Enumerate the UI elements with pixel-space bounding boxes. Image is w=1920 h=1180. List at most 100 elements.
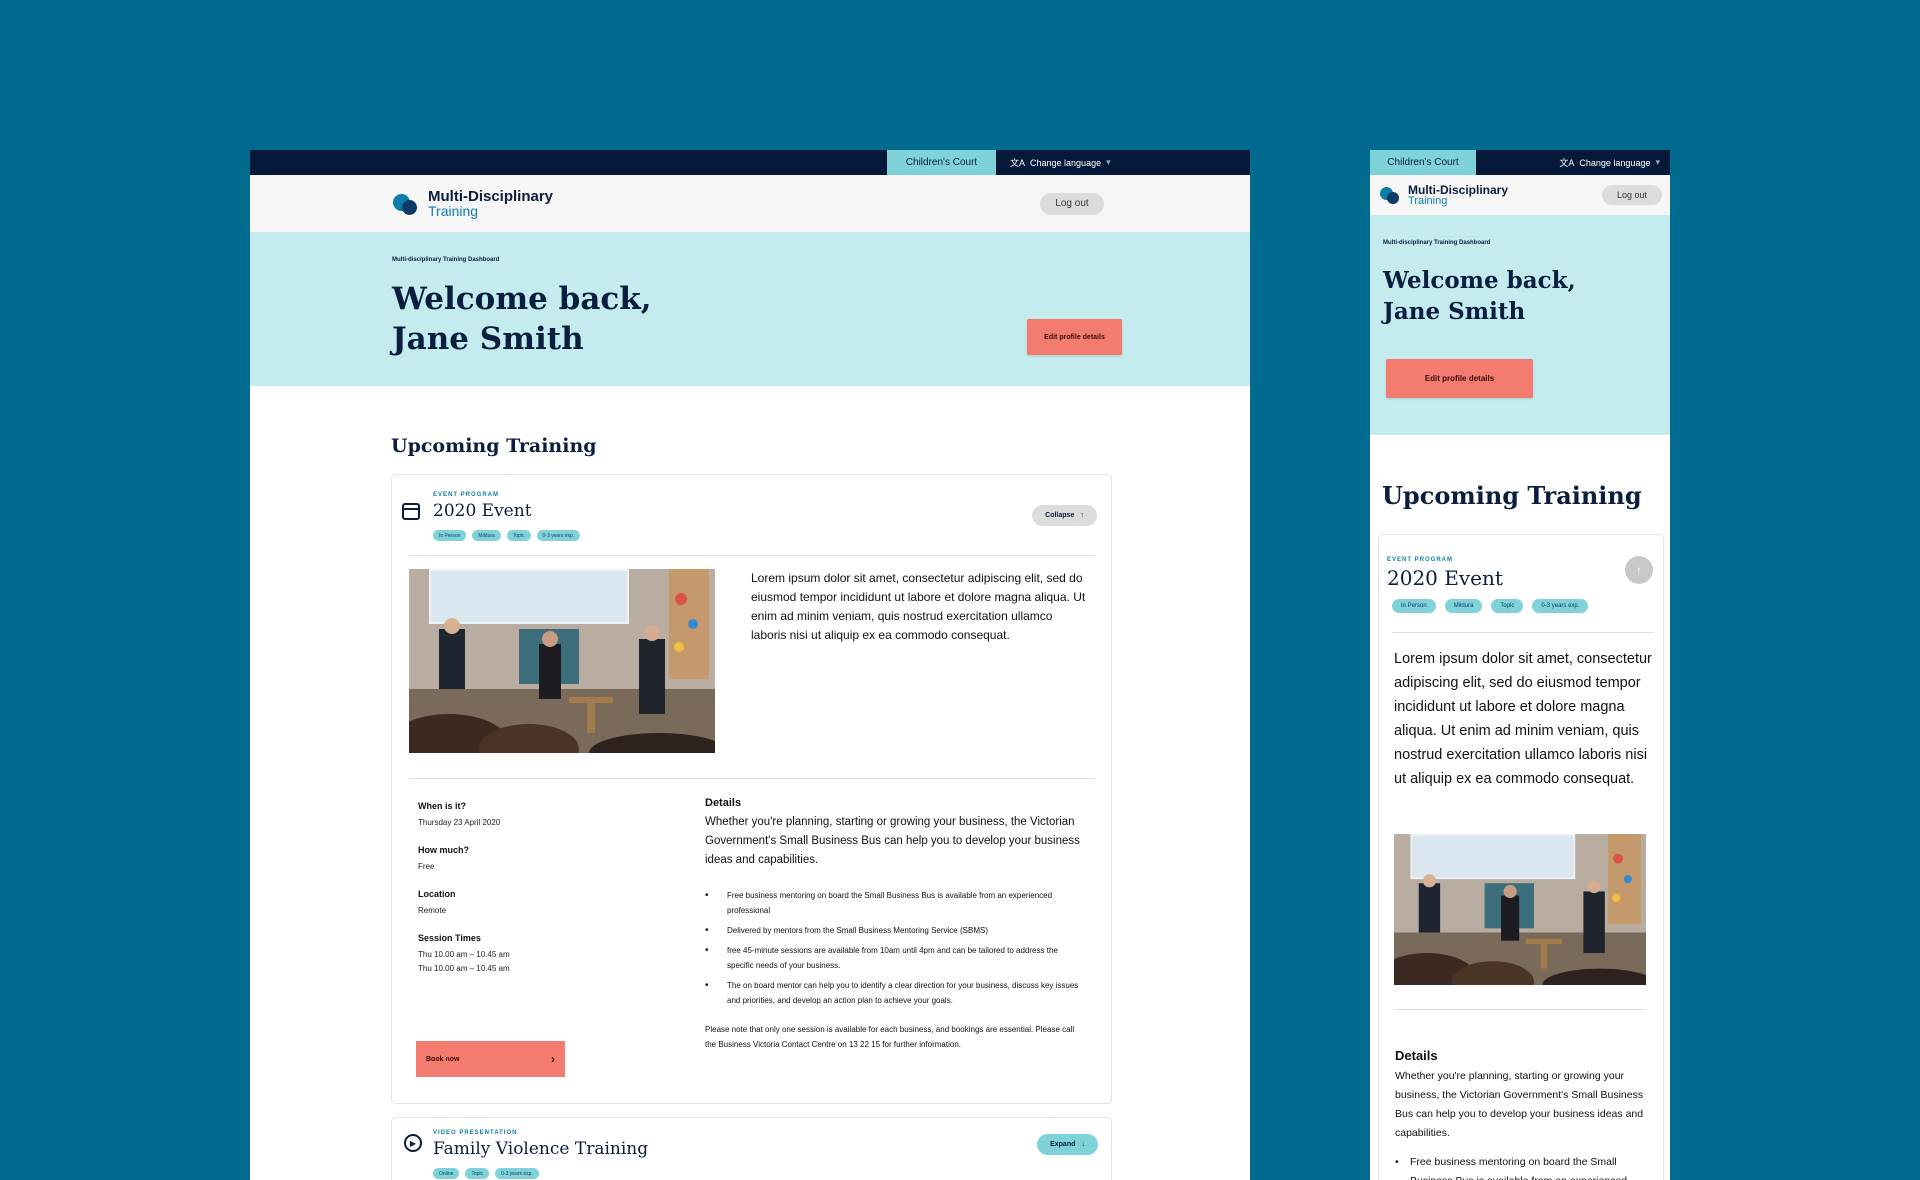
event-type-label: VIDEO PRESENTATION [433, 1130, 518, 1136]
tag: 0-3 years exp. [1532, 599, 1589, 613]
childrens-court-tab[interactable]: Children's Court [887, 150, 996, 175]
logo[interactable]: Multi-Disciplinary Training [1380, 184, 1508, 207]
list-item: Free business mentoring on board the Sma… [705, 888, 1085, 918]
section-title: Upcoming Training [1382, 481, 1642, 510]
divider [409, 778, 1095, 779]
tag: In Person [1392, 599, 1436, 613]
play-circle-icon: ▶ [404, 1134, 422, 1152]
chevron-down-icon: ▾ [1106, 157, 1111, 167]
fact-label: How much? [418, 845, 469, 855]
breadcrumb[interactable]: Multi-disciplinary Training Dashboard [1383, 240, 1670, 246]
book-now-button[interactable]: Book now › [416, 1041, 565, 1077]
tag: In Person [433, 530, 467, 541]
site-header: Multi-Disciplinary Training Log out [1370, 175, 1670, 215]
list-item: Delivered by mentors from the Small Busi… [705, 923, 1085, 938]
logo-subtitle: Training [428, 203, 479, 219]
fact-value: Free [418, 862, 435, 871]
details-heading: Details [1395, 1048, 1438, 1063]
fact-label: When is it? [418, 801, 466, 811]
event-title: 2020 Event [1387, 566, 1503, 590]
logo[interactable]: Multi-Disciplinary Training [392, 189, 553, 218]
event-type-label: EVENT PROGRAM [433, 492, 500, 498]
change-language-label: Change language [1579, 157, 1651, 168]
fact-label: Location [418, 889, 456, 899]
desktop-view: Children's Court 文A Change language ▾ Mu… [250, 150, 1250, 1180]
expand-button[interactable]: Expand ↓ [1037, 1134, 1098, 1155]
logo-title: Multi-Disciplinary [1408, 182, 1509, 197]
details-list: Free business mentoring on board the Sma… [1395, 1153, 1655, 1180]
event-card: EVENT PROGRAM 2020 Event ↑ In Person Mil… [1378, 534, 1664, 1180]
tag: Online [433, 1168, 460, 1179]
event-card: EVENT PROGRAM 2020 Event In Person Mildu… [391, 474, 1112, 1104]
fact-value: Thu 10.00 am – 10.45 am [418, 950, 510, 959]
event-intro: Lorem ipsum dolor sit amet, consectetur … [1394, 651, 1652, 787]
event-facts: When is it? Thursday 23 April 2020 How m… [418, 801, 658, 991]
details-body: Whether you're planning, starting or gro… [1395, 1070, 1644, 1139]
list-item: Free business mentoring on board the Sma… [1395, 1153, 1655, 1180]
site-header: Multi-Disciplinary Training Log out [250, 175, 1250, 232]
list-item: free 45-minute sessions are available fr… [705, 943, 1085, 973]
logo-mark-icon [392, 190, 422, 218]
divider [1392, 632, 1654, 633]
change-language-menu[interactable]: 文A Change language ▾ [1559, 150, 1670, 175]
arrow-down-icon: ↓ [1081, 1141, 1085, 1148]
tag: Mildura [472, 530, 501, 541]
details-heading: Details [705, 797, 742, 809]
logo-subtitle: Training [1408, 194, 1448, 207]
collapse-button[interactable]: Collapse ↑ [1032, 505, 1097, 526]
fact-value: Thu 10.00 am – 10.45 am [418, 964, 510, 973]
event-intro: Lorem ipsum dolor sit amet, consectetur … [751, 571, 1086, 642]
tag: 0-3 years exp. [536, 530, 581, 541]
hero-banner: Multi-disciplinary Training Dashboard We… [1370, 215, 1670, 435]
event-type-label: EVENT PROGRAM [1387, 557, 1454, 563]
list-item: The on board mentor can help you to iden… [705, 978, 1085, 1008]
tag: 0-3 years exp. [495, 1168, 539, 1179]
tag: Topic [1491, 599, 1524, 613]
arrow-up-icon: ↑ [1080, 512, 1084, 519]
event-title: Family Violence Training [433, 1139, 649, 1159]
logo-title: Multi-Disciplinary [428, 188, 554, 205]
section-title: Upcoming Training [391, 435, 597, 457]
mobile-view: Children's Court 文A Change language ▾ Mu… [1370, 150, 1670, 1180]
divider [409, 555, 1095, 556]
logout-button[interactable]: Log out [1040, 192, 1104, 215]
details-body: Whether you're planning, starting or gro… [705, 816, 1080, 866]
event-title: 2020 Event [433, 501, 532, 521]
event-tags: Online Topic 0-3 years exp. [433, 1168, 539, 1179]
change-language-menu[interactable]: 文A Change language ▾ [996, 150, 1250, 175]
logout-button[interactable]: Log out [1602, 185, 1662, 205]
event-photo [409, 569, 715, 753]
breadcrumb[interactable]: Multi-disciplinary Training Dashboard [392, 257, 1250, 263]
divider [1394, 1009, 1646, 1010]
edit-profile-button[interactable]: Edit profile details [1027, 319, 1122, 355]
translate-icon: 文A [1559, 158, 1575, 168]
event-card: ▶ VIDEO PRESENTATION Family Violence Tra… [391, 1117, 1112, 1180]
collapse-button[interactable]: ↑ [1625, 556, 1653, 584]
event-tags: In Person Mildura Topic 0-3 years exp. [1392, 599, 1589, 613]
change-language-label: Change language [1030, 157, 1102, 168]
fact-label: Session Times [418, 933, 481, 943]
hero-banner: Multi-disciplinary Training Dashboard We… [250, 232, 1250, 386]
translate-icon: 文A [1010, 158, 1026, 168]
tag: Mildura [1444, 599, 1483, 613]
tag: Topic [506, 530, 531, 541]
welcome-heading: Welcome back, Jane Smith [1383, 267, 1576, 325]
details-note: Please note that only one session is ava… [705, 1025, 1075, 1049]
fact-value: Thursday 23 April 2020 [418, 818, 501, 827]
top-bar: Children's Court 文A Change language ▾ [250, 150, 1250, 175]
tag: Topic [465, 1168, 490, 1179]
event-tags: In Person Mildura Topic 0-3 years exp. [433, 530, 581, 541]
edit-profile-button[interactable]: Edit profile details [1386, 359, 1533, 398]
logo-mark-icon [1380, 184, 1404, 206]
fact-value: Remote [418, 906, 447, 915]
calendar-icon [402, 503, 420, 520]
chevron-right-icon: › [551, 1052, 555, 1066]
arrow-up-icon: ↑ [1636, 563, 1642, 577]
top-bar: Children's Court 文A Change language ▾ [1370, 150, 1670, 175]
chevron-down-icon: ▾ [1655, 157, 1660, 167]
event-photo [1394, 834, 1646, 985]
childrens-court-tab[interactable]: Children's Court [1370, 150, 1476, 175]
details-list: Free business mentoring on board the Sma… [705, 888, 1085, 1008]
event-details: Details Whether you're planning, startin… [1395, 1048, 1655, 1180]
event-details: Details Whether you're planning, startin… [705, 797, 1085, 1052]
